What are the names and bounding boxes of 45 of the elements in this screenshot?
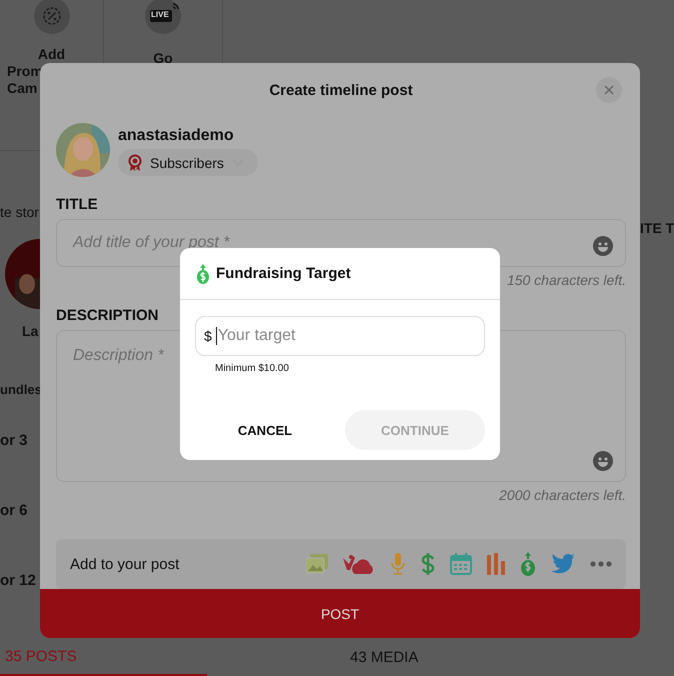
target-field[interactable]: $ Your target: [195, 316, 485, 356]
microphone-icon[interactable]: [390, 553, 406, 575]
audience-dropdown[interactable]: Subscribers: [118, 149, 258, 176]
cloud-icon[interactable]: [343, 554, 375, 574]
section-heading: undles: [0, 382, 42, 397]
bundle-option[interactable]: or 6: [0, 502, 28, 519]
character-counter: 2000 characters left.: [499, 487, 626, 503]
dialog-title: Fundraising Target: [216, 265, 351, 282]
image-icon[interactable]: [306, 554, 328, 574]
post-button[interactable]: POST: [40, 589, 640, 638]
bird-icon[interactable]: [551, 554, 575, 574]
field-label: DESCRIPTION: [56, 307, 160, 324]
add-to-post-label: Add to your post: [70, 556, 180, 572]
money-bag-icon: [196, 264, 210, 284]
section-heading: ITE T: [640, 220, 674, 236]
character-counter: 150 characters left.: [506, 272, 626, 288]
tile-label[interactable]: Add: [38, 46, 66, 63]
live-badge-text: LIVE: [151, 10, 169, 20]
calendar-icon[interactable]: [450, 553, 472, 575]
profile-tab[interactable]: 43 MEDIA: [345, 638, 545, 676]
bundle-option[interactable]: or 3: [0, 432, 28, 449]
tile-label[interactable]: Go: [153, 50, 173, 67]
currency-symbol: $: [204, 328, 212, 344]
field-label: TITLE: [56, 196, 99, 213]
section-heading: te stor: [0, 204, 39, 220]
story-label: La: [22, 323, 38, 339]
amount-input[interactable]: Your target: [216, 327, 484, 345]
emoji-icon[interactable]: [593, 236, 613, 256]
tile-label[interactable]: Cam: [0, 80, 38, 97]
money-bag-icon[interactable]: [520, 552, 536, 576]
bar-chart-icon[interactable]: [487, 553, 505, 575]
close-button[interactable]: [596, 77, 622, 103]
award-icon: [128, 154, 142, 172]
text-cursor: [216, 327, 217, 345]
field-hint: Minimum $10.00: [215, 363, 290, 374]
dollar-icon[interactable]: [421, 553, 435, 575]
live-icon: [145, 0, 181, 34]
discount-icon: [34, 0, 70, 34]
bundle-option[interactable]: or 12: [0, 572, 36, 589]
cancel-button[interactable]: CANCEL: [195, 410, 335, 450]
close-icon: [604, 85, 614, 95]
emoji-icon[interactable]: [593, 451, 613, 471]
dialog-title: Create timeline post: [269, 82, 413, 98]
more-icon[interactable]: [590, 561, 612, 567]
username: anastasiademo: [118, 127, 235, 145]
